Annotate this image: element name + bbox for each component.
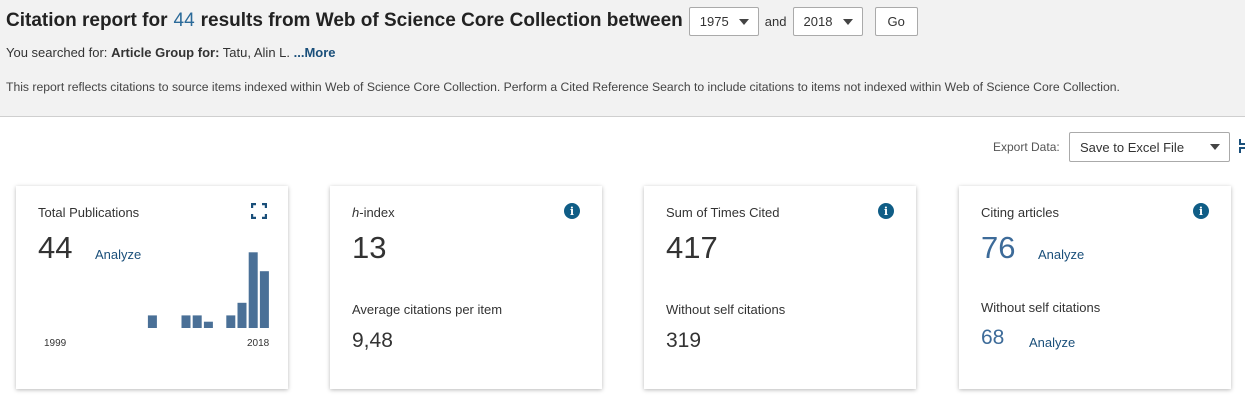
- chevron-down-icon: [1210, 144, 1220, 150]
- bar-2018: [259, 271, 269, 328]
- searched-prefix: You searched for:: [6, 45, 108, 60]
- bar-2011: [181, 315, 191, 328]
- page-title: Citation report for: [6, 10, 168, 31]
- card-label: Total Publications: [38, 205, 140, 220]
- year-from-value: 1975: [699, 13, 729, 29]
- year-from-select[interactable]: 1975: [688, 6, 759, 36]
- year-to-select[interactable]: 2018: [792, 6, 863, 36]
- bar-2016: [237, 302, 247, 328]
- bar-2012: [192, 315, 202, 328]
- title-row: Citation report for 44 results from Web …: [6, 6, 918, 36]
- report-note: This report reflects citations to source…: [6, 80, 1120, 94]
- info-icon[interactable]: i: [1193, 203, 1209, 219]
- h-index-value: 13: [352, 230, 387, 265]
- year-to-value: 2018: [803, 13, 833, 29]
- collapse-icon[interactable]: [1236, 138, 1245, 154]
- x-axis-end-label: 2018: [247, 338, 270, 349]
- info-icon[interactable]: i: [564, 203, 580, 219]
- citing-articles-value[interactable]: 76: [981, 230, 1015, 266]
- times-cited-value: 417: [666, 230, 718, 265]
- search-summary: You searched for: Article Group for: Tat…: [6, 45, 336, 60]
- card-h-index: h-index i 13 Average citations per item …: [330, 186, 602, 389]
- chevron-down-icon: [842, 18, 853, 25]
- publications-bar-chart: [147, 252, 269, 328]
- export-select[interactable]: Save to Excel File: [1069, 132, 1230, 162]
- and-label: and: [764, 13, 787, 29]
- sub-label: Average citations per item: [352, 302, 503, 317]
- bar-2015: [226, 315, 236, 328]
- bar-2017: [248, 252, 258, 328]
- h-index-label-rest: -index: [359, 205, 395, 220]
- expand-icon[interactable]: [251, 203, 267, 219]
- sub-label: Without self citations: [981, 300, 1101, 315]
- citing-without-self-value[interactable]: 68: [981, 326, 1004, 350]
- result-count: 44: [173, 10, 195, 31]
- more-link[interactable]: ...More: [294, 45, 336, 60]
- times-cited-without-self-value: 319: [666, 329, 702, 352]
- go-button[interactable]: Go: [874, 6, 918, 36]
- card-label: h-index: [352, 205, 395, 220]
- info-icon[interactable]: i: [878, 203, 894, 219]
- export-label: Export Data:: [993, 140, 1060, 154]
- average-citations-value: 9,48: [352, 329, 393, 352]
- page-title-suffix: results from Web of Science Core Collect…: [200, 10, 683, 31]
- card-total-publications: Total Publications 44 Analyze 1999 2018: [16, 186, 288, 389]
- card-label: Sum of Times Cited: [666, 205, 780, 220]
- card-citing-articles: Citing articles i 76 Analyze Without sel…: [959, 186, 1231, 389]
- x-axis-start-label: 1999: [44, 338, 67, 349]
- card-label: Citing articles: [981, 205, 1060, 220]
- export-select-value: Save to Excel File: [1080, 139, 1185, 155]
- chevron-down-icon: [738, 18, 749, 25]
- bar-2008: [147, 315, 157, 328]
- analyze-link[interactable]: Analyze: [1038, 247, 1084, 262]
- searched-field: Article Group for:: [111, 45, 220, 60]
- searched-value: Tatu, Alin L.: [222, 45, 291, 60]
- analyze-link[interactable]: Analyze: [1029, 335, 1075, 350]
- bar-2013: [203, 321, 213, 328]
- card-times-cited: Sum of Times Cited i 417 Without self ci…: [644, 186, 916, 389]
- report-header: Citation report for 44 results from Web …: [0, 0, 1245, 117]
- sub-label: Without self citations: [666, 302, 786, 317]
